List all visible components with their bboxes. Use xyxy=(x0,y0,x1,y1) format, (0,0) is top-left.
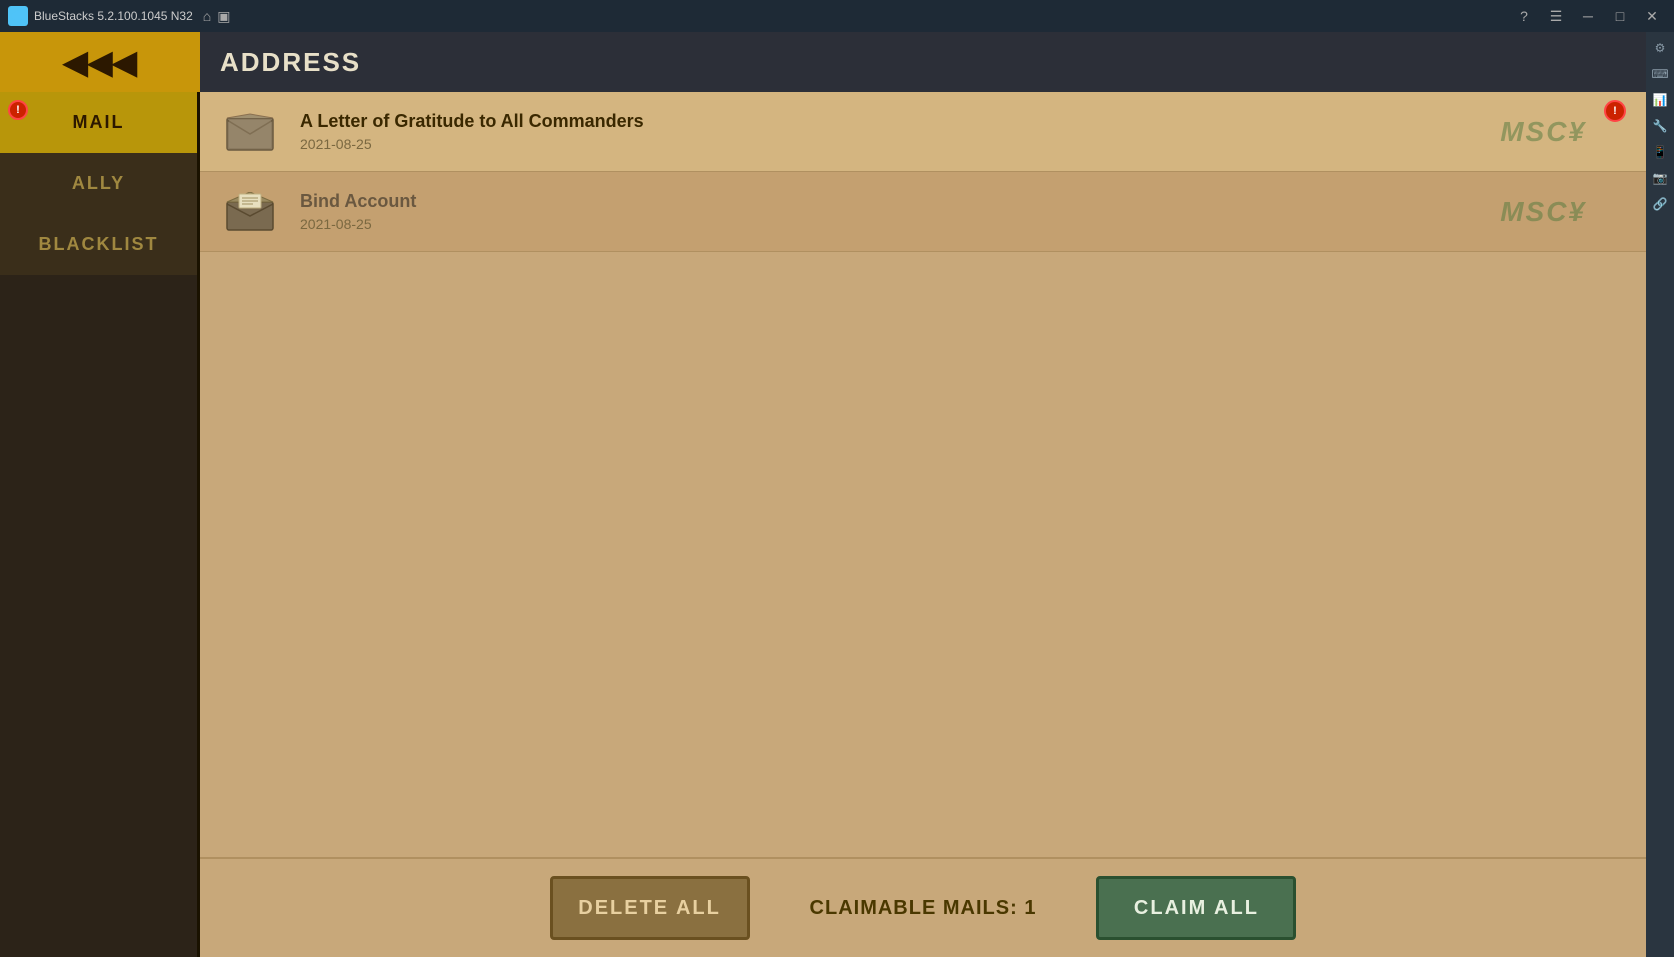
home-icon[interactable]: ⌂ xyxy=(203,8,211,25)
bottom-bar: DELETE ALL CLAIMABLE MAILS: 1 CLAIM ALL xyxy=(200,857,1646,957)
content-area: MAIL ALLY BLACKLIST xyxy=(0,92,1646,957)
bluestacks-logo xyxy=(8,6,28,26)
rt-btn-1[interactable]: ⚙ xyxy=(1648,36,1672,60)
rt-btn-7[interactable]: 🔗 xyxy=(1648,192,1672,216)
back-arrow-icon: ◀◀◀ xyxy=(63,43,137,81)
mail-subject-1: A Letter of Gratitude to All Commanders xyxy=(300,111,1626,132)
rt-btn-4[interactable]: 🔧 xyxy=(1648,114,1672,138)
msc-watermark-1: MSC¥ xyxy=(1500,116,1586,148)
mail-date-2: 2021-08-25 xyxy=(300,216,1626,232)
sidebar-item-ally[interactable]: ALLY xyxy=(0,153,197,214)
mail-info-1: A Letter of Gratitude to All Commanders … xyxy=(300,111,1626,152)
sidebar-item-blacklist[interactable]: BLACKLIST xyxy=(0,214,197,275)
mail-notification-badge xyxy=(8,100,28,120)
mail-list-container: A Letter of Gratitude to All Commanders … xyxy=(200,92,1646,957)
msc-badge-1 xyxy=(1604,100,1626,122)
mail-info-2: Bind Account 2021-08-25 xyxy=(300,191,1626,232)
minimize-button[interactable]: ─ xyxy=(1574,2,1602,30)
rt-btn-5[interactable]: 📱 xyxy=(1648,140,1672,164)
mail-date-1: 2021-08-25 xyxy=(300,136,1626,152)
rt-btn-6[interactable]: 📷 xyxy=(1648,166,1672,190)
mail-item-1[interactable]: A Letter of Gratitude to All Commanders … xyxy=(200,92,1646,172)
claimable-label: CLAIMABLE MAILS: xyxy=(810,897,1018,919)
claimable-mails-info: CLAIMABLE MAILS: 1 xyxy=(810,897,1037,920)
mail-empty-area xyxy=(200,252,1646,857)
close-button[interactable]: ✕ xyxy=(1638,2,1666,30)
header-row: ◀◀◀ ADDRESS xyxy=(0,32,1646,92)
record-icon[interactable]: ▣ xyxy=(217,8,230,25)
claim-all-button[interactable]: CLAIM ALL xyxy=(1096,876,1296,940)
sidebar-item-blacklist-label: BLACKLIST xyxy=(39,234,159,255)
window-controls: ? ☰ ─ □ ✕ xyxy=(1510,0,1666,32)
right-toolbar: ⚙ ⌨ 📊 🔧 📱 📷 🔗 xyxy=(1646,32,1674,957)
delete-all-button[interactable]: DELETE ALL xyxy=(550,876,750,940)
sidebar-item-mail-label: MAIL xyxy=(73,112,125,133)
rt-btn-2[interactable]: ⌨ xyxy=(1648,62,1672,86)
sidebar-item-mail[interactable]: MAIL xyxy=(0,92,197,153)
game-area: ◀◀◀ ADDRESS MAIL ALLY BLACKLIST xyxy=(0,32,1674,957)
mail-subject-2: Bind Account xyxy=(300,191,1626,212)
claimable-count: 1 xyxy=(1024,897,1036,919)
titlebar: BlueStacks 5.2.100.1045 N32 ⌂ ▣ ? ☰ ─ □ … xyxy=(0,0,1674,32)
mail-envelope-icon-2 xyxy=(220,187,280,237)
header-title-area: ADDRESS xyxy=(200,32,1646,92)
claim-all-label: CLAIM ALL xyxy=(1134,897,1259,920)
sidebar: MAIL ALLY BLACKLIST xyxy=(0,92,200,957)
back-button[interactable]: ◀◀◀ xyxy=(0,32,200,92)
titlebar-icon-group: ⌂ ▣ xyxy=(203,8,231,25)
delete-all-label: DELETE ALL xyxy=(578,897,721,920)
msc-watermark-2: MSC¥ xyxy=(1500,196,1586,228)
page-title: ADDRESS xyxy=(220,47,361,78)
rt-btn-3[interactable]: 📊 xyxy=(1648,88,1672,112)
menu-button[interactable]: ☰ xyxy=(1542,2,1570,30)
mail-item-2[interactable]: Bind Account 2021-08-25 MSC¥ xyxy=(200,172,1646,252)
help-button[interactable]: ? xyxy=(1510,2,1538,30)
app-title: BlueStacks 5.2.100.1045 N32 xyxy=(34,9,193,23)
mail-envelope-icon-1 xyxy=(220,107,280,157)
sidebar-item-ally-label: ALLY xyxy=(72,173,125,194)
maximize-button[interactable]: □ xyxy=(1606,2,1634,30)
address-container: ◀◀◀ ADDRESS MAIL ALLY BLACKLIST xyxy=(0,32,1646,957)
